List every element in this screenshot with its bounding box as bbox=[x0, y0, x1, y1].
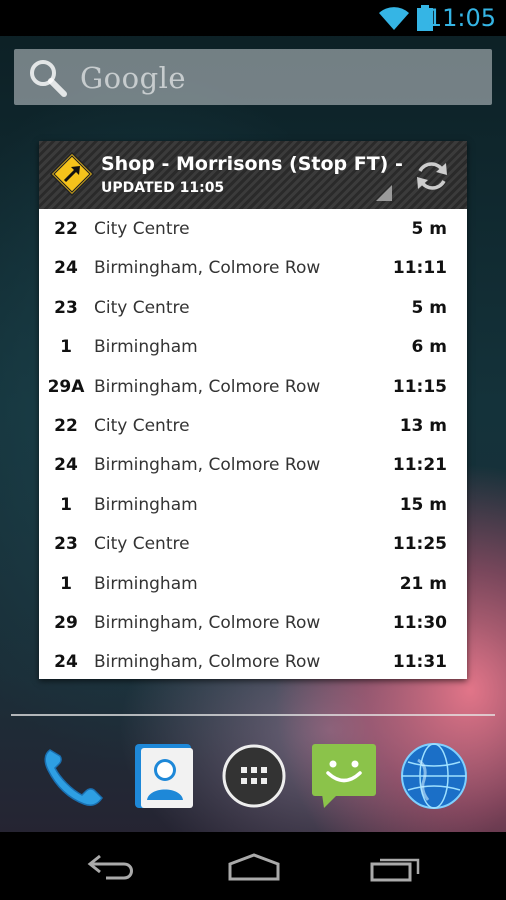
departure-row[interactable]: 24 Birmingham, Colmore Row 11:21 bbox=[39, 445, 467, 484]
destination: Birmingham, Colmore Row bbox=[94, 376, 321, 397]
messaging-icon[interactable] bbox=[308, 740, 380, 812]
eta: 6 m bbox=[411, 337, 447, 358]
eta: 11:31 bbox=[392, 652, 447, 673]
home-icon[interactable] bbox=[226, 852, 282, 882]
eta: 5 m bbox=[411, 219, 447, 239]
google-logo: Google bbox=[80, 61, 187, 95]
search-icon bbox=[30, 60, 67, 97]
destination: Birmingham, Colmore Row bbox=[94, 258, 321, 279]
eta: 5 m bbox=[411, 297, 447, 318]
destination: City Centre bbox=[94, 297, 190, 318]
widget-header[interactable]: Shop - Morrisons (Stop FT) - UPDATED 11:… bbox=[39, 141, 467, 209]
departure-row[interactable]: 23 City Centre 11:25 bbox=[39, 524, 467, 563]
departure-row[interactable]: 24 Birmingham, Colmore Row 11:11 bbox=[39, 248, 467, 287]
eta: 11:30 bbox=[392, 612, 447, 633]
dropdown-indicator-icon[interactable] bbox=[376, 185, 392, 201]
updated-time: UPDATED 11:05 bbox=[101, 180, 225, 196]
bus-times-widget: Shop - Morrisons (Stop FT) - UPDATED 11:… bbox=[39, 141, 467, 679]
status-bar: 11:05 bbox=[0, 0, 506, 36]
eta: 21 m bbox=[399, 573, 447, 594]
route-number: 29 bbox=[54, 612, 78, 633]
recents-icon[interactable] bbox=[368, 852, 422, 882]
eta: 11:25 bbox=[392, 534, 447, 555]
stop-title: Shop - Morrisons (Stop FT) - bbox=[101, 153, 403, 175]
google-search-bar[interactable]: Google bbox=[14, 49, 492, 105]
departure-row[interactable]: 1 Birmingham 6 m bbox=[39, 327, 467, 366]
route-number: 24 bbox=[54, 652, 78, 673]
departures-list: 22 City Centre 5 m 24 Birmingham, Colmor… bbox=[39, 209, 467, 682]
eta: 15 m bbox=[399, 494, 447, 515]
route-number: 23 bbox=[54, 534, 78, 555]
route-number: 1 bbox=[60, 337, 72, 358]
route-number: 1 bbox=[60, 573, 72, 594]
route-number: 23 bbox=[54, 297, 78, 318]
destination: City Centre bbox=[94, 534, 190, 555]
navigation-bar bbox=[0, 832, 506, 900]
bus-stop-sign-icon bbox=[49, 151, 95, 197]
destination: Birmingham bbox=[94, 494, 198, 515]
route-number: 29A bbox=[47, 376, 85, 397]
destination: Birmingham, Colmore Row bbox=[94, 612, 321, 633]
destination: Birmingham bbox=[94, 337, 198, 358]
eta: 11:21 bbox=[392, 455, 447, 476]
refresh-icon[interactable] bbox=[413, 157, 451, 195]
app-drawer-icon[interactable] bbox=[218, 740, 290, 812]
destination: Birmingham, Colmore Row bbox=[94, 652, 321, 673]
destination: Birmingham, Colmore Row bbox=[94, 455, 321, 476]
contacts-icon[interactable] bbox=[127, 740, 199, 812]
route-number: 22 bbox=[54, 219, 78, 239]
route-number: 22 bbox=[54, 415, 78, 436]
departure-row[interactable]: 1 Birmingham 21 m bbox=[39, 564, 467, 603]
destination: City Centre bbox=[94, 219, 190, 239]
eta: 11:11 bbox=[392, 258, 447, 279]
departure-row[interactable]: 29 Birmingham, Colmore Row 11:30 bbox=[39, 603, 467, 642]
wifi-icon bbox=[379, 7, 409, 31]
status-time: 11:05 bbox=[426, 4, 496, 32]
phone-icon[interactable] bbox=[36, 740, 108, 812]
departure-row[interactable]: 29A Birmingham, Colmore Row 11:15 bbox=[39, 367, 467, 406]
browser-icon[interactable] bbox=[398, 740, 470, 812]
route-number: 1 bbox=[60, 494, 72, 515]
departure-row[interactable]: 24 Birmingham, Colmore Row 11:31 bbox=[39, 642, 467, 681]
destination: City Centre bbox=[94, 415, 190, 436]
route-number: 24 bbox=[54, 258, 78, 279]
departure-row[interactable]: 22 City Centre 13 m bbox=[39, 406, 467, 445]
eta: 11:15 bbox=[392, 376, 447, 397]
departure-row[interactable]: 1 Birmingham 15 m bbox=[39, 485, 467, 524]
departure-row[interactable]: 23 City Centre 5 m bbox=[39, 288, 467, 327]
route-number: 24 bbox=[54, 455, 78, 476]
dock-divider bbox=[11, 714, 495, 716]
departure-row[interactable]: 22 City Centre 5 m bbox=[39, 209, 467, 248]
destination: Birmingham bbox=[94, 573, 198, 594]
back-icon[interactable] bbox=[86, 852, 138, 882]
eta: 13 m bbox=[399, 415, 447, 436]
